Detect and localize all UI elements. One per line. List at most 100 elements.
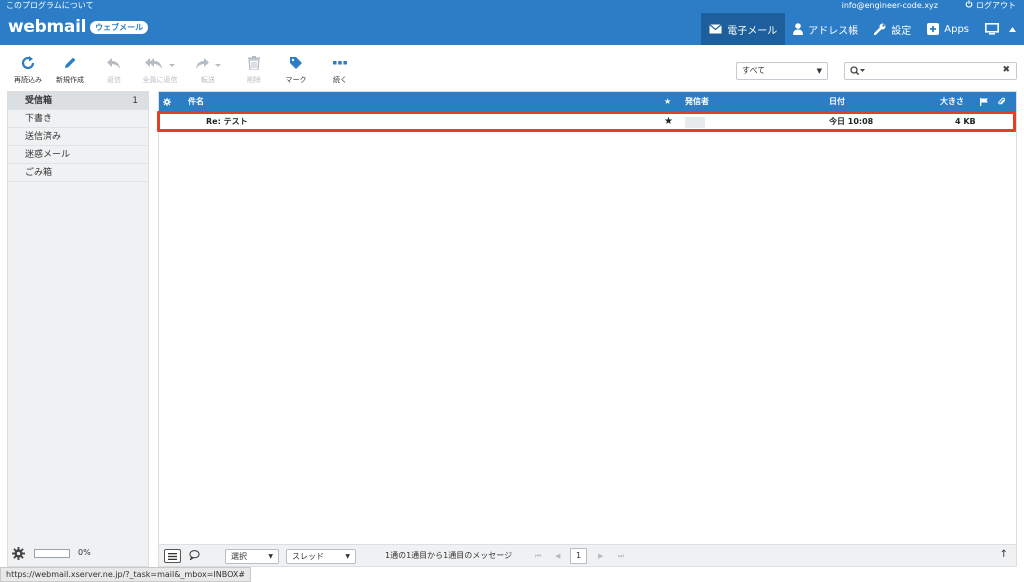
nav-contacts[interactable]: アドレス帳	[785, 13, 866, 45]
speech-bubble-icon[interactable]	[189, 550, 200, 563]
compose-button[interactable]: 新規作成	[48, 54, 92, 85]
logo-text: webmail	[8, 17, 87, 37]
last-page-icon[interactable]: ⏭	[618, 549, 624, 563]
collapse-header-button[interactable]	[1007, 13, 1024, 45]
logo-badge: ウェブメール	[90, 20, 149, 34]
search-input[interactable]	[869, 64, 999, 78]
message-list: 件名 ★ 発信者 日付 大きさ Re: テスト ★ 今日 10:08 4 KB …	[158, 91, 1017, 567]
column-sender[interactable]: 発信者	[685, 92, 709, 112]
unread-count: 1	[132, 96, 138, 106]
folder-junk[interactable]: 迷惑メール	[8, 146, 148, 164]
logout-link[interactable]: ログアウト	[965, 0, 1016, 12]
folder-label: 送信済み	[25, 132, 62, 142]
power-icon	[965, 0, 973, 12]
delete-label: 削除	[247, 76, 261, 84]
folder-list: 受信箱 1 下書き 送信済み 迷惑メール ごみ箱 0%	[7, 91, 149, 567]
nav-contacts-label: アドレス帳	[808, 25, 859, 37]
folder-drafts[interactable]: 下書き	[8, 110, 148, 128]
forward-label: 転送	[201, 76, 215, 84]
reload-button[interactable]: 再読込み	[6, 54, 50, 85]
select-label: 選択	[231, 552, 247, 561]
caret-down-icon: ▼	[345, 553, 350, 560]
column-date[interactable]: 日付	[829, 92, 845, 112]
thread-dropdown[interactable]: スレッド ▼	[286, 549, 356, 564]
forward-button[interactable]: 転送	[186, 54, 230, 85]
column-size[interactable]: 大きさ	[940, 92, 964, 112]
mark-button[interactable]: マーク	[274, 54, 318, 85]
trash-icon	[248, 54, 260, 72]
scroll-top-icon[interactable]: ↑	[1000, 549, 1008, 560]
pencil-icon	[63, 54, 77, 72]
envelope-icon	[709, 24, 723, 34]
reply-button[interactable]: 返信	[92, 54, 136, 85]
caret-up-icon	[1009, 26, 1016, 32]
logout-label: ログアウト	[976, 1, 1016, 10]
logo: webmail ウェブメール	[8, 17, 149, 37]
delete-button[interactable]: 削除	[232, 54, 276, 85]
reply-icon	[106, 54, 122, 72]
folder-label: 下書き	[25, 114, 53, 124]
nav-display[interactable]	[977, 13, 1007, 45]
folder-sent[interactable]: 送信済み	[8, 128, 148, 146]
quota-text: 0%	[78, 548, 91, 557]
filter-value: すべて	[742, 66, 766, 75]
folder-inbox[interactable]: 受信箱 1	[8, 92, 148, 110]
row-highlight-annotation	[157, 111, 1016, 132]
top-bar: このプログラムについて info@engineer-code.xyz ログアウト…	[0, 0, 1024, 45]
first-page-icon[interactable]: ⏮	[535, 549, 541, 563]
ellipsis-icon	[333, 54, 347, 72]
nav-settings[interactable]: 設定	[866, 13, 919, 45]
select-dropdown[interactable]: 選択 ▼	[225, 549, 279, 564]
next-page-icon[interactable]: ▶	[598, 549, 603, 563]
thread-label: スレッド	[292, 552, 324, 561]
page-number[interactable]: 1	[570, 548, 587, 564]
menu-icon	[168, 552, 177, 560]
tag-icon	[289, 54, 303, 72]
user-email: info@engineer-code.xyz	[841, 1, 938, 10]
reply-label: 返信	[107, 76, 121, 84]
nav-mail[interactable]: 電子メール	[701, 13, 786, 45]
forward-icon	[194, 54, 222, 72]
status-url: https://webmail.xserver.ne.jp/?_task=mai…	[0, 567, 252, 582]
reply-all-label: 全員に返信	[142, 76, 178, 84]
top-line: このプログラムについて info@engineer-code.xyz ログアウト	[0, 0, 1024, 12]
plus-square-icon	[927, 23, 940, 35]
list-header: 件名 ★ 発信者 日付 大きさ	[159, 92, 1016, 112]
mark-label: マーク	[285, 76, 307, 84]
compose-label: 新規作成	[56, 76, 84, 84]
clear-search-icon[interactable]: ✖	[1002, 65, 1010, 75]
person-icon	[793, 23, 804, 35]
column-flag-star-icon[interactable]: ★	[664, 92, 671, 112]
folder-label: 迷惑メール	[25, 150, 71, 160]
search-box: ✖	[844, 62, 1017, 80]
column-subject[interactable]: 件名	[188, 92, 204, 112]
list-footer: 選択 ▼ スレッド ▼ 1通の1通目から1通目のメッセージ ⏮ ◀ 1 ▶ ⏭ …	[159, 544, 1016, 566]
about-link[interactable]: このプログラムについて	[6, 0, 94, 12]
more-button[interactable]: 続く	[318, 54, 362, 85]
prev-page-icon[interactable]: ◀	[555, 549, 560, 563]
wrench-icon	[874, 23, 886, 35]
quota-bar	[34, 549, 70, 558]
reply-all-icon	[145, 54, 175, 72]
search-options-icon[interactable]	[850, 66, 866, 79]
filter-select[interactable]: すべて ▼	[736, 62, 828, 80]
sidebar-footer: 0%	[8, 542, 148, 566]
monitor-icon	[985, 23, 999, 35]
caret-down-icon: ▼	[268, 553, 273, 560]
reload-icon	[20, 54, 36, 72]
more-label: 続く	[333, 76, 347, 84]
nav-apps-label: Apps	[944, 23, 969, 35]
folder-label: ごみ箱	[25, 168, 53, 178]
gear-icon[interactable]	[12, 547, 25, 563]
main-nav: 電子メール アドレス帳 設定 Apps	[701, 13, 1024, 45]
folder-trash[interactable]: ごみ箱	[8, 164, 148, 182]
nav-mail-label: 電子メール	[727, 25, 778, 37]
folder-label: 受信箱	[25, 96, 53, 106]
reply-all-button[interactable]: 全員に返信	[138, 54, 182, 85]
list-menu-button[interactable]	[164, 549, 181, 563]
nav-settings-label: 設定	[891, 25, 912, 37]
message-count: 1通の1通目から1通目のメッセージ	[385, 551, 513, 560]
reload-label: 再読込み	[14, 76, 42, 84]
caret-down-icon: ▼	[816, 67, 822, 75]
nav-apps[interactable]: Apps	[919, 13, 977, 45]
